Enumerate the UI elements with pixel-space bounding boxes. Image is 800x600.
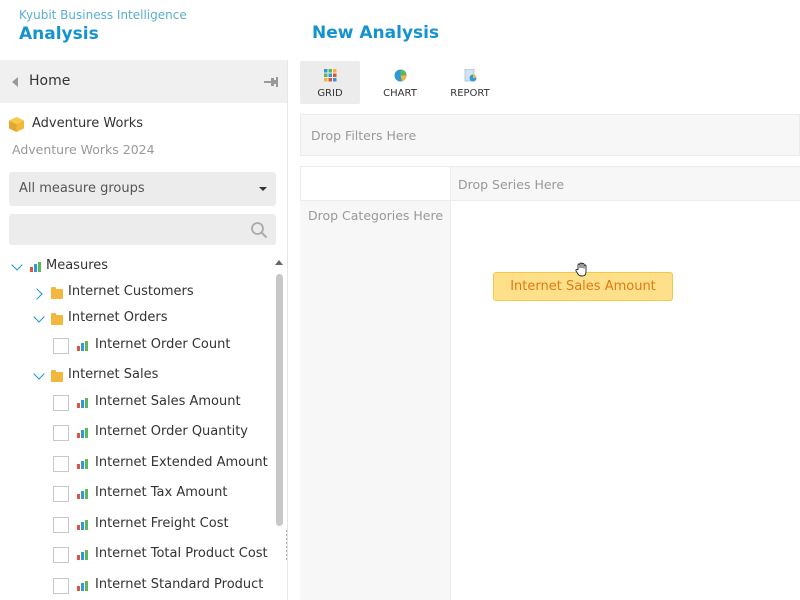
dragged-measure-label: Internet Sales Amount [510,279,656,294]
analysis-title[interactable]: New Analysis [312,23,439,43]
tree-label: Internet Total Product Cost [95,546,268,561]
measure-icon [77,550,88,560]
measure-icon [77,520,88,530]
tree-label: Internet Order Quantity [95,424,249,439]
cube-name[interactable]: Adventure Works [32,116,143,131]
chevron-down-icon[interactable] [33,368,45,380]
home-label[interactable]: Home [29,73,70,89]
checkbox[interactable] [53,456,69,472]
report-button[interactable]: REPORT [440,61,500,104]
caret-down-icon [259,187,267,191]
categories-drop-label: Drop Categories Here [308,208,444,223]
folder-icon [51,287,63,299]
app-title: Analysis [19,24,99,44]
pivot-grid: Drop Series Here Drop Categories Here [300,166,800,600]
measure-icon [30,262,41,272]
grid-label: GRID [317,88,343,99]
search-icon[interactable] [250,221,268,239]
tree-label: Internet Sales Amount [95,394,241,409]
measure-icon [77,428,88,438]
series-drop-label: Drop Series Here [458,177,565,192]
measure-icon [77,459,88,469]
measure-icon [77,341,88,351]
folder-icon [51,370,63,382]
checkbox[interactable] [53,338,69,354]
report-label: REPORT [450,88,490,99]
chart-label: CHART [383,88,417,99]
tree-item-internet-freight-cost[interactable]: Internet Freight Cost [0,516,272,540]
measure-icon [77,581,88,591]
folder-icon [51,313,63,325]
tree-node-measures[interactable]: Measures [0,258,272,282]
cube-icon [9,117,24,132]
tree-item-internet-standard-product[interactable]: Internet Standard Product [0,577,272,600]
categories-drop-zone[interactable]: Drop Categories Here [300,201,451,600]
tree-item-internet-tax-amount[interactable]: Internet Tax Amount [0,485,272,509]
measure-group-select-value: All measure groups [19,181,145,196]
search-box[interactable] [9,214,276,245]
grab-cursor-icon [575,262,587,277]
filters-drop-zone[interactable]: Drop Filters Here [300,114,800,156]
tree-item-internet-order-count[interactable]: Internet Order Count [0,337,272,361]
view-toolbar: GRID CHART REPORT [300,60,800,106]
tree-label: Measures [46,258,109,273]
grid-button[interactable]: GRID [300,61,360,104]
tree-label: Internet Sales [68,367,159,382]
checkbox[interactable] [53,486,69,502]
tree-label: Internet Extended Amount [95,455,268,470]
panel-resize-handle[interactable] [286,530,287,560]
measure-group-select[interactable]: All measure groups [9,172,276,206]
checkbox[interactable] [53,425,69,441]
tree-item-internet-total-product-cost[interactable]: Internet Total Product Cost [0,546,272,570]
tree-label: Internet Customers [68,284,194,299]
tree-label: Internet Tax Amount [95,485,228,500]
chevron-down-icon[interactable] [33,311,45,323]
measure-icon [77,398,88,408]
tree-item-internet-sales-amount[interactable]: Internet Sales Amount [0,394,272,418]
search-input[interactable] [9,214,239,245]
cube-subtitle: Adventure Works 2024 [12,142,155,157]
checkbox[interactable] [53,517,69,533]
tree-node-internet-orders[interactable]: Internet Orders [0,310,272,334]
filters-drop-label: Drop Filters Here [311,128,417,143]
checkbox[interactable] [53,395,69,411]
report-icon [464,69,477,82]
chevron-right-icon[interactable] [31,288,43,300]
tree-label: Internet Order Count [95,337,231,352]
scroll-up-arrow-icon[interactable] [275,260,283,265]
grid-corner-cell [300,166,451,201]
chevron-down-icon[interactable] [11,259,23,271]
back-arrow-icon[interactable] [12,77,18,87]
checkbox[interactable] [53,578,69,594]
tree-label: Internet Freight Cost [95,516,229,531]
pin-icon[interactable] [264,76,278,88]
home-bar[interactable]: Home [0,60,287,103]
app-subtitle: Kyubit Business Intelligence [19,8,187,22]
tree-node-internet-sales[interactable]: Internet Sales [0,367,272,391]
checkbox[interactable] [53,547,69,563]
tree-item-internet-order-quantity[interactable]: Internet Order Quantity [0,424,272,448]
series-drop-zone[interactable]: Drop Series Here [451,166,800,201]
chart-button[interactable]: CHART [370,61,430,104]
sidebar: Home Adventure Works Adventure Works 202… [0,60,288,600]
measure-icon [77,489,88,499]
pie-chart-icon [394,69,407,82]
grid-icon [324,69,337,82]
tree-node-internet-customers[interactable]: Internet Customers [0,284,272,308]
scrollbar-thumb[interactable] [276,274,283,526]
tree-item-internet-extended-amount[interactable]: Internet Extended Amount [0,455,272,479]
tree-label: Internet Orders [68,310,168,325]
tree-label: Internet Standard Product [95,577,264,592]
